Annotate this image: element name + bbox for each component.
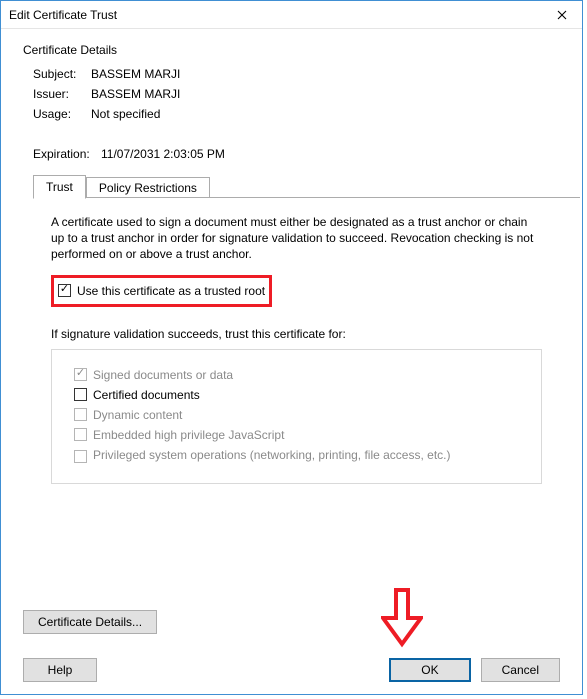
signed-docs-row: Signed documents or data: [74, 368, 519, 382]
trusted-root-label: Use this certificate as a trusted root: [77, 284, 265, 298]
priv-ops-row: Privileged system operations (networking…: [74, 448, 519, 464]
priv-ops-checkbox: [74, 450, 87, 463]
embedded-js-checkbox: [74, 428, 87, 441]
issuer-value: BASSEM MARJI: [91, 87, 180, 101]
tab-trust[interactable]: Trust: [33, 175, 86, 199]
close-icon: [557, 10, 567, 20]
certificate-details-button[interactable]: Certificate Details...: [23, 610, 157, 634]
dynamic-content-label: Dynamic content: [93, 408, 182, 422]
ok-button[interactable]: OK: [389, 658, 470, 682]
expiration-value: 11/07/2031 2:03:05 PM: [101, 147, 225, 161]
bottom-area: Certificate Details... Help OK Cancel: [23, 610, 560, 682]
tab-policy-restrictions[interactable]: Policy Restrictions: [86, 177, 210, 198]
usage-value: Not specified: [91, 107, 160, 121]
tab-strip: Trust Policy Restrictions: [33, 175, 560, 198]
certified-docs-row[interactable]: Certified documents: [74, 388, 519, 402]
issuer-label: Issuer:: [33, 87, 91, 101]
section-title: Certificate Details: [23, 43, 560, 57]
trust-description: A certificate used to sign a document mu…: [51, 214, 542, 263]
embedded-js-label: Embedded high privilege JavaScript: [93, 428, 284, 442]
window-title: Edit Certificate Trust: [9, 8, 117, 22]
trusted-root-checkbox[interactable]: [58, 284, 71, 297]
trusted-root-row[interactable]: Use this certificate as a trusted root: [58, 284, 265, 298]
close-button[interactable]: [542, 1, 582, 29]
certified-docs-checkbox[interactable]: [74, 388, 87, 401]
certified-docs-label: Certified documents: [93, 388, 200, 402]
trust-options-group: Signed documents or data Certified docum…: [51, 349, 542, 485]
usage-label: Usage:: [33, 107, 91, 121]
help-button[interactable]: Help: [23, 658, 97, 682]
signed-docs-checkbox: [74, 368, 87, 381]
cancel-button[interactable]: Cancel: [481, 658, 560, 682]
dynamic-content-row: Dynamic content: [74, 408, 519, 422]
priv-ops-label: Privileged system operations (networking…: [93, 448, 451, 464]
dynamic-content-checkbox: [74, 408, 87, 421]
highlight-annotation: Use this certificate as a trusted root: [51, 275, 272, 307]
edit-certificate-trust-dialog: Edit Certificate Trust Certificate Detai…: [0, 0, 583, 695]
usage-row: Usage: Not specified: [33, 107, 560, 121]
embedded-js-row: Embedded high privilege JavaScript: [74, 428, 519, 442]
if-success-label: If signature validation succeeds, trust …: [51, 327, 542, 341]
subject-row: Subject: BASSEM MARJI: [33, 67, 560, 81]
subject-value: BASSEM MARJI: [91, 67, 180, 81]
signed-docs-label: Signed documents or data: [93, 368, 233, 382]
issuer-row: Issuer: BASSEM MARJI: [33, 87, 560, 101]
trust-tab-panel: A certificate used to sign a document mu…: [33, 198, 560, 554]
content-area: Certificate Details Subject: BASSEM MARJ…: [1, 29, 582, 564]
expiration-row: Expiration: 11/07/2031 2:03:05 PM: [33, 147, 560, 161]
expiration-label: Expiration:: [33, 147, 101, 161]
titlebar: Edit Certificate Trust: [1, 1, 582, 29]
subject-label: Subject:: [33, 67, 91, 81]
